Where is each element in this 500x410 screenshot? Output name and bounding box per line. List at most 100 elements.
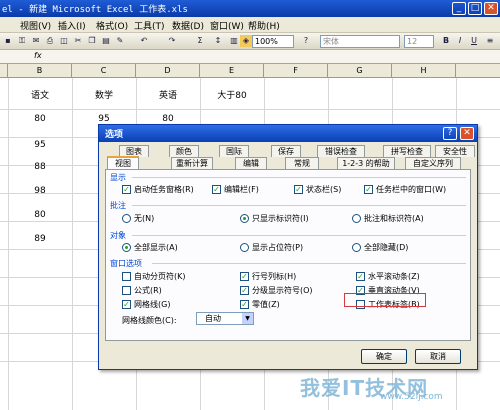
print-icon[interactable]: ⎙	[44, 35, 56, 47]
tab-international[interactable]: 国际	[219, 145, 249, 157]
radio-icon[interactable]	[352, 243, 361, 252]
cut-icon[interactable]: ✂	[72, 35, 84, 47]
menu-tools[interactable]: 工具(T)	[134, 19, 165, 32]
cell-b-3[interactable]: 88	[8, 162, 72, 172]
zoom-combo[interactable]: 100%	[252, 35, 294, 48]
option-startup-task-pane[interactable]: ✓ 启动任务窗格(R)	[122, 184, 194, 195]
cell-b-1[interactable]: 80	[8, 114, 72, 124]
radio-icon[interactable]	[122, 214, 131, 223]
menu-data[interactable]: 数据(D)	[172, 19, 204, 32]
autosum-icon[interactable]: Σ	[194, 35, 206, 47]
option-windows-in-taskbar[interactable]: ✓ 任务栏中的窗口(W)	[364, 184, 446, 195]
preview-icon[interactable]: ◫	[58, 35, 70, 47]
email-icon[interactable]: ✉	[30, 35, 42, 47]
menu-view[interactable]: 视图(V)	[20, 19, 51, 32]
option-objects-hide-all[interactable]: 全部隐藏(D)	[352, 242, 408, 253]
menu-window[interactable]: 窗口(W)	[210, 19, 244, 32]
chevron-down-icon[interactable]: ▼	[242, 313, 253, 324]
italic-icon[interactable]: I	[454, 35, 466, 47]
option-gridlines[interactable]: ✓ 网格线(G)	[122, 299, 170, 310]
checkbox-icon[interactable]: ✓	[240, 286, 249, 295]
tab-spell-check[interactable]: 拼写检查	[383, 145, 431, 157]
copy-icon[interactable]: ❐	[86, 35, 98, 47]
option-page-breaks[interactable]: 自动分页符(K)	[122, 271, 186, 282]
checkbox-icon[interactable]: ✓	[122, 300, 131, 309]
option-formulas[interactable]: 公式(R)	[122, 285, 162, 296]
sort-icon[interactable]: ↕	[212, 35, 224, 47]
cell-header-math[interactable]: 数学	[72, 88, 136, 101]
cancel-button[interactable]: 取消	[415, 349, 461, 364]
maximize-button[interactable]: □	[468, 2, 482, 15]
checkbox-icon[interactable]: ✓	[240, 272, 249, 281]
tab-error-check[interactable]: 错误检查	[317, 145, 365, 157]
menu-help[interactable]: 帮助(H)	[248, 19, 280, 32]
col-header-e[interactable]: E	[200, 64, 264, 78]
fx-icon[interactable]: fx	[34, 51, 42, 60]
font-size-combo[interactable]: 12	[404, 35, 434, 48]
font-combo[interactable]: 宋体	[320, 35, 400, 48]
tab-edit[interactable]: 编辑	[235, 157, 267, 169]
menu-format[interactable]: 格式(O)	[96, 19, 128, 32]
option-comments-none[interactable]: 无(N)	[122, 213, 154, 224]
ok-button[interactable]: 确定	[361, 349, 407, 364]
paste-icon[interactable]: ▤	[100, 35, 112, 47]
tab-view[interactable]: 视图	[107, 156, 139, 169]
option-formula-bar[interactable]: ✓ 编辑栏(F)	[212, 184, 259, 195]
checkbox-icon[interactable]: ✓	[122, 185, 131, 194]
option-status-bar[interactable]: ✓ 状态栏(S)	[294, 184, 341, 195]
corner-cell[interactable]	[0, 64, 8, 78]
save-icon[interactable]: ▪	[2, 35, 14, 47]
option-horizontal-scrollbar[interactable]: ✓ 水平滚动条(Z)	[356, 271, 420, 282]
cell-header-over80[interactable]: 大于80	[200, 88, 264, 101]
minimize-button[interactable]: _	[452, 2, 466, 15]
cell-d-1[interactable]: 80	[136, 114, 200, 124]
col-header-h[interactable]: H	[392, 64, 456, 78]
option-comments-and-indicator[interactable]: 批注和标识符(A)	[352, 213, 424, 224]
chart-icon[interactable]: ▥	[228, 35, 240, 47]
cell-c-1[interactable]: 95	[72, 114, 136, 124]
radio-icon[interactable]	[122, 243, 131, 252]
cell-b-5[interactable]: 80	[8, 210, 72, 220]
underline-icon[interactable]: U	[468, 35, 480, 47]
close-window-button[interactable]: ✕	[484, 2, 498, 15]
format-painter-icon[interactable]: ✎	[114, 35, 126, 47]
menu-insert[interactable]: 插入(I)	[58, 19, 86, 32]
checkbox-icon[interactable]	[122, 286, 131, 295]
drawing-icon[interactable]: ◈	[240, 35, 252, 47]
tab-calculation[interactable]: 重新计算	[171, 157, 213, 169]
tab-lotus-help[interactable]: 1-2-3 的帮助	[337, 157, 395, 169]
checkbox-icon[interactable]: ✓	[294, 185, 303, 194]
tab-color[interactable]: 颜色	[169, 145, 199, 157]
option-objects-placeholders[interactable]: 显示占位符(P)	[240, 242, 303, 253]
redo-icon[interactable]: ↷	[166, 35, 178, 47]
tab-general[interactable]: 常规	[285, 157, 319, 169]
undo-icon[interactable]: ↶	[138, 35, 150, 47]
tab-security[interactable]: 安全性	[435, 145, 475, 157]
align-left-icon[interactable]: ≡	[484, 35, 496, 47]
option-objects-show-all[interactable]: 全部显示(A)	[122, 242, 178, 253]
col-header-f[interactable]: F	[264, 64, 328, 78]
option-zero-values[interactable]: ✓ 零值(Z)	[240, 299, 280, 310]
checkbox-icon[interactable]: ✓	[356, 272, 365, 281]
col-header-d[interactable]: D	[136, 64, 200, 78]
tab-custom-lists[interactable]: 自定义序列	[405, 157, 461, 169]
checkbox-icon[interactable]: ✓	[364, 185, 373, 194]
help-icon[interactable]: ?	[300, 35, 312, 47]
grid-color-select[interactable]: 自动 ▼	[196, 312, 254, 325]
permission-icon[interactable]: ⚿	[16, 35, 28, 47]
option-comments-indicator[interactable]: 只显示标识符(I)	[240, 213, 309, 224]
help-button[interactable]: ?	[443, 127, 457, 140]
cell-header-english[interactable]: 英语	[136, 88, 200, 101]
col-header-g[interactable]: G	[328, 64, 392, 78]
checkbox-icon[interactable]: ✓	[240, 300, 249, 309]
close-dialog-button[interactable]: ✕	[460, 127, 474, 140]
col-header-b[interactable]: B	[8, 64, 72, 78]
radio-icon[interactable]	[352, 214, 361, 223]
col-header-c[interactable]: C	[72, 64, 136, 78]
tab-save[interactable]: 保存	[271, 145, 301, 157]
checkbox-icon[interactable]	[122, 272, 131, 281]
bold-icon[interactable]: B	[440, 35, 452, 47]
option-outline-symbols[interactable]: ✓ 分级显示符号(O)	[240, 285, 313, 296]
radio-icon[interactable]	[240, 214, 249, 223]
cell-header-chinese[interactable]: 语文	[8, 88, 72, 101]
